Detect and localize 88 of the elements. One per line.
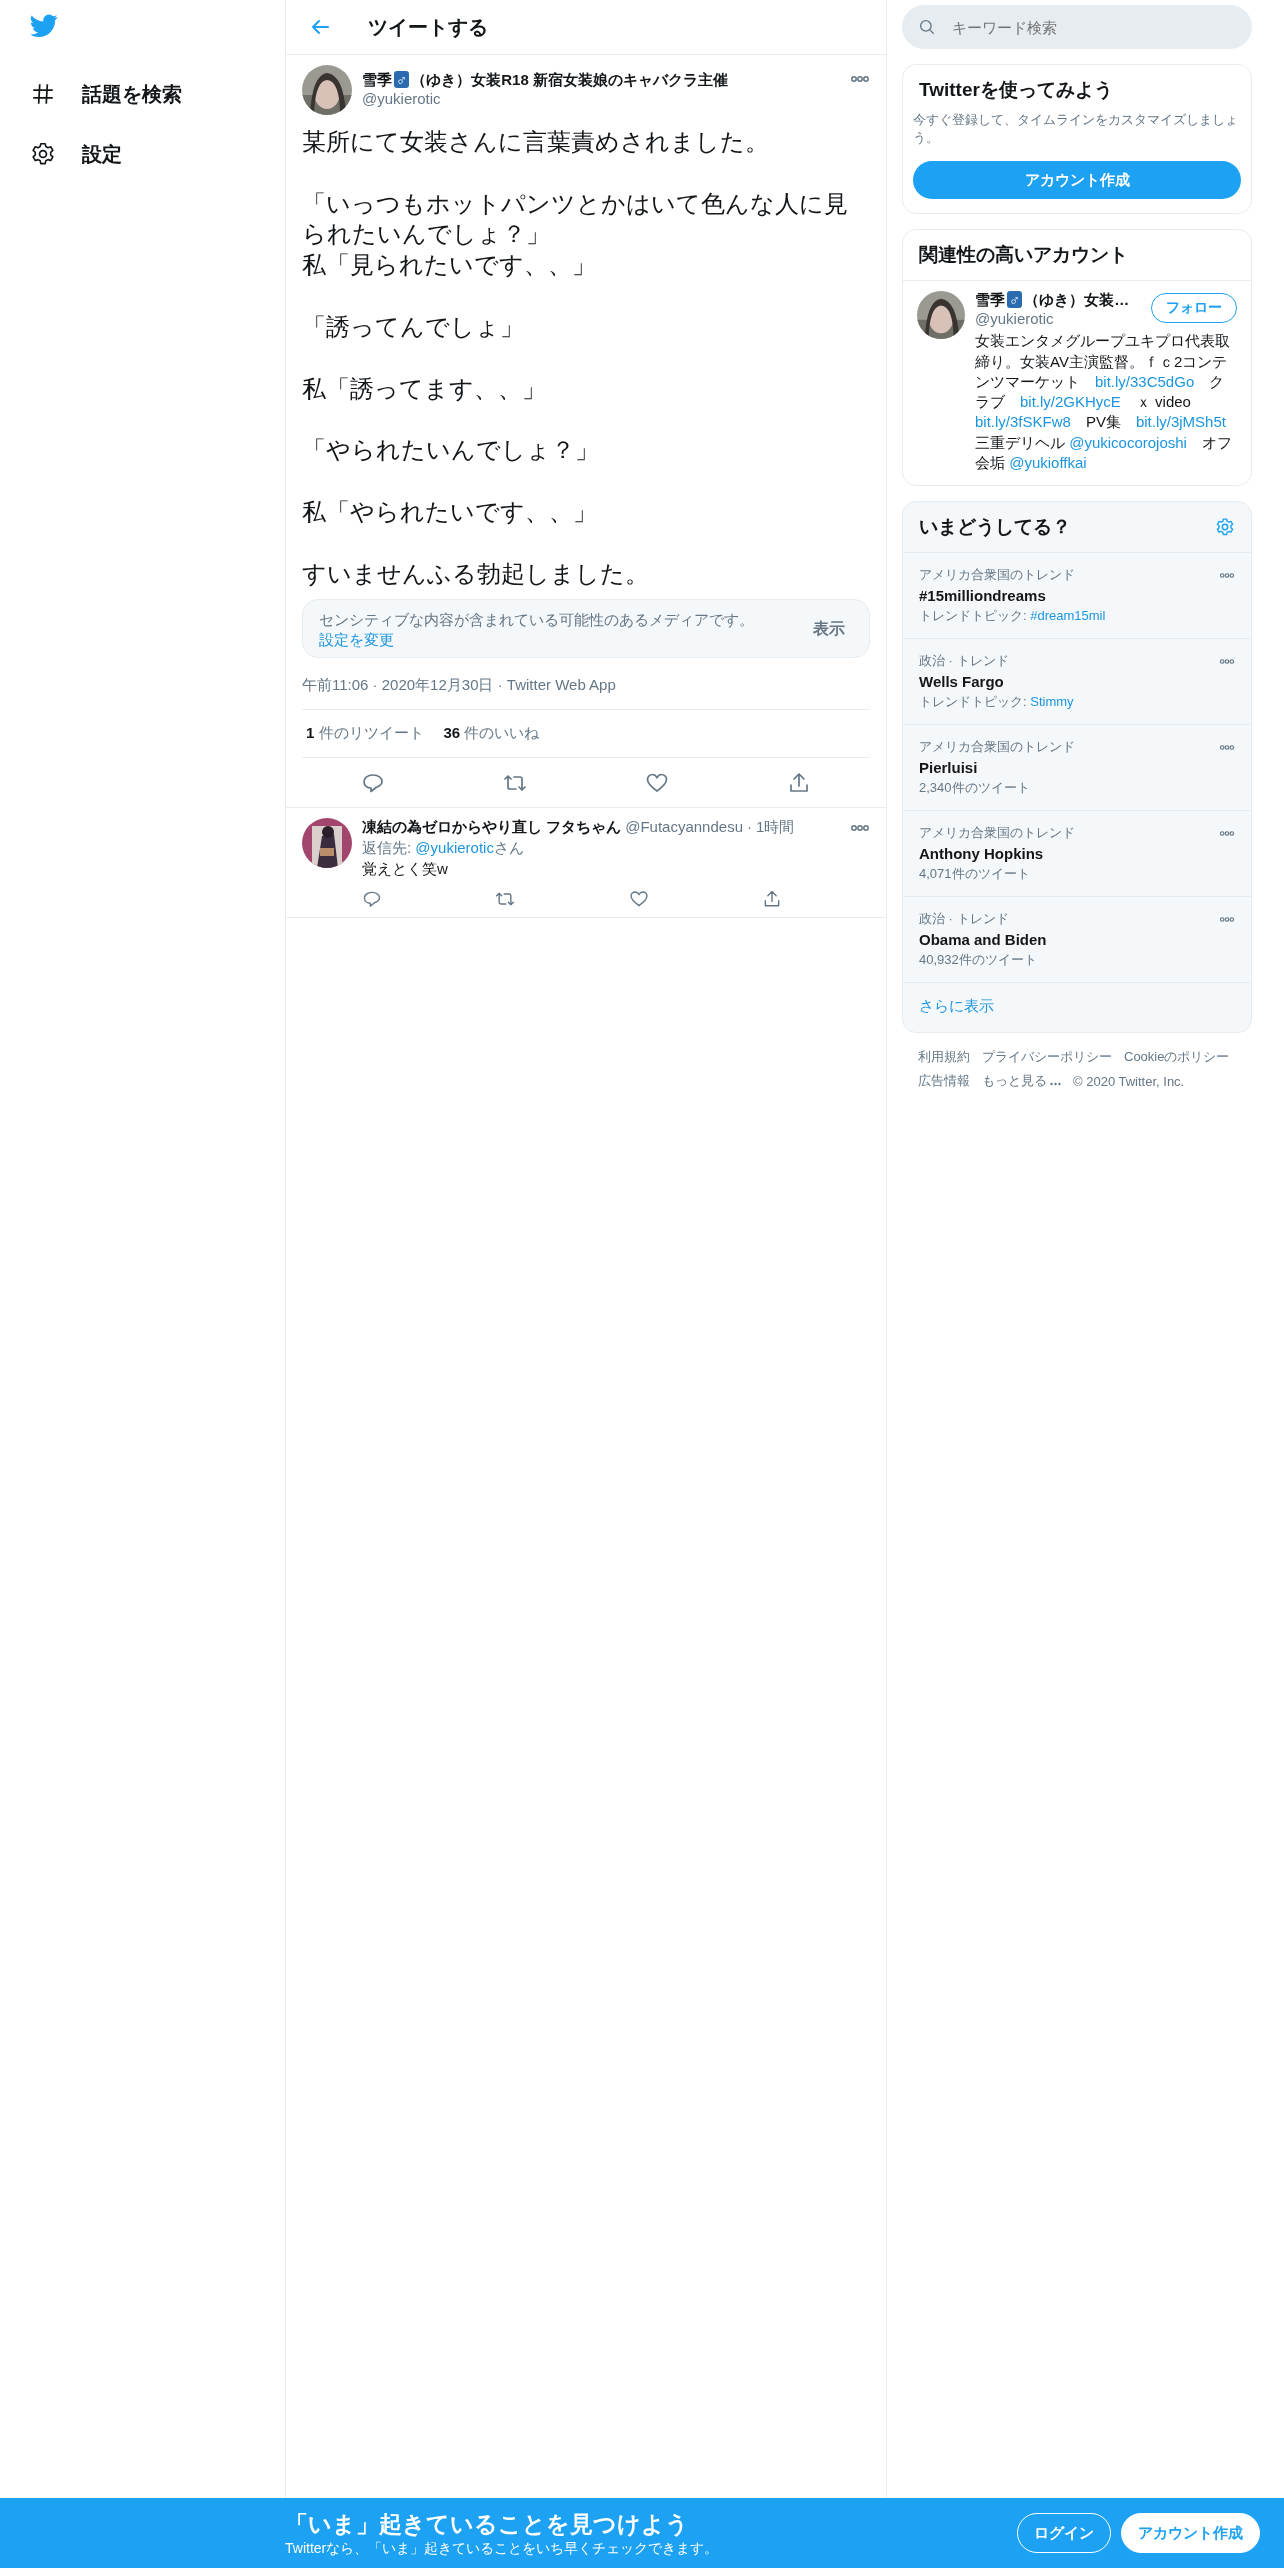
tweet-text: 「いっつもホットパンツとかはいて色んな人に見られたいんでしょ？」 (302, 188, 849, 250)
reply-text: 覚えとく笑w (362, 860, 449, 880)
card-text: 今すぐ登録して、タイムラインをカスタマイズしましょう。 (913, 111, 1239, 148)
footer-link[interactable]: 広告情報 (918, 1072, 970, 1091)
tweet-text: すいませんふる勃起しました。 (302, 558, 650, 589)
bio-link[interactable]: @yukicocorojoshi (1069, 433, 1187, 451)
settings-link[interactable]: 設定を変更 (319, 630, 394, 648)
footer-link[interactable]: Cookieのポリシー (1124, 1048, 1230, 1067)
author-name[interactable]: 雪季 ♂ （ゆき）女装R18 新宿女装娘のキャバクラ主催 (362, 71, 840, 90)
trend-item[interactable]: 政治 · トレンド Obama and Biden 40,932件のツイート (903, 897, 1251, 984)
more-icon[interactable] (850, 75, 870, 83)
trend-category: 政治 · トレンド (919, 910, 1009, 929)
tweet-timestamp[interactable]: 午前11:06 · 2020年12月30日 · Twitter Web App (302, 658, 870, 711)
trend-name: Pierluisi (919, 759, 979, 777)
copyright-text: © 2020 Twitter, Inc. (1073, 1072, 1185, 1091)
trend-item[interactable]: アメリカ合衆国のトレンド #15milliondreams トレンドトピック: #dream15mil (903, 553, 1251, 640)
trend-detail: 2,340件のツイート (919, 779, 1031, 798)
more-icon[interactable] (1219, 829, 1235, 837)
bio-link[interactable]: bit.ly/2GKHycE (1020, 393, 1121, 411)
more-icon[interactable] (1219, 743, 1235, 751)
tweet-text: 「やられたいんでしょ？」 (302, 435, 600, 466)
more-icon[interactable] (1219, 571, 1235, 579)
more-icon[interactable] (850, 824, 870, 833)
trend-name: Anthony Hopkins (919, 845, 1045, 863)
trend-item[interactable]: アメリカ合衆国のトレンド Anthony Hopkins 4,071件のツイート (903, 811, 1251, 898)
search-icon (918, 18, 936, 36)
reply-handle[interactable]: @Futacyanndesu (625, 818, 743, 836)
trend-detail: 40,932件のツイート (919, 951, 1038, 970)
trend-detail: 4,071件のツイート (919, 865, 1031, 884)
topic-link[interactable]: Stimmy (1030, 694, 1074, 710)
account-name[interactable]: 雪季 ♂ （ゆき）女装… (975, 291, 1130, 311)
trend-category: アメリカ合衆国のトレンド (919, 824, 1075, 843)
separator-dot: · (746, 818, 752, 836)
trend-category: アメリカ合衆国のトレンド (919, 566, 1075, 585)
more-menu-link[interactable]: もっと見る (982, 1072, 1061, 1091)
trend-item[interactable]: 政治 · トレンド Wells Fargo トレンドトピック: Stimmy (903, 639, 1251, 726)
bio-link[interactable]: bit.ly/3jMSh5t (1135, 413, 1226, 431)
replying-to-text: 返信先: @yukieroticさん (362, 839, 525, 859)
tweet-text: 某所にて女装さんに言葉責めされました。 (302, 127, 770, 157)
reply-time[interactable]: 1時間 (755, 818, 795, 838)
author-handle[interactable]: @yukierotic (362, 90, 840, 107)
trend-category: 政治 · トレンド (919, 652, 1009, 671)
hashtag-icon (30, 81, 56, 107)
trend-category: アメリカ合衆国のトレンド (919, 738, 1075, 757)
stat-link[interactable]: 36 件のいいね (443, 724, 540, 744)
card-title: 関連性の高いアカウント (903, 230, 1251, 282)
tweet-text: 私「見られたいです、、」 (302, 250, 597, 281)
show-button[interactable]: 表示 (805, 619, 853, 641)
bio-link[interactable]: @yukioffkai (1009, 453, 1087, 471)
tweet-text: 「誘ってんでしょ」 (302, 311, 525, 342)
card-title: Twitterを使ってみよう (918, 78, 1114, 102)
banner-text: Twitterなら、「いま」起きていることをいち早くチェックできます。 (285, 2539, 719, 2558)
more-icon[interactable] (1219, 657, 1235, 665)
tweet-text: 私「誘ってます、、」 (302, 373, 547, 404)
mention-link[interactable]: @yukierotic (415, 839, 494, 857)
more-icon (1050, 1082, 1061, 1087)
footer-link[interactable]: 利用規約 (918, 1048, 970, 1067)
footer-link[interactable]: プライバシーポリシー (982, 1048, 1112, 1067)
trend-name: Obama and Biden (919, 931, 1048, 949)
notice-text: センシティブな内容が含まれている可能性のあるメディアです。 設定を変更 (319, 610, 755, 650)
nav-item[interactable]: 話題を検索 (30, 64, 182, 124)
search-field[interactable]: キーワード検索 (902, 5, 1252, 49)
settings-icon[interactable] (1215, 517, 1235, 538)
follow-button[interactable]: フォロー (1151, 293, 1237, 324)
account-handle[interactable]: @yukierotic (975, 310, 1130, 328)
card-title: いまどうしてる？ (919, 515, 1071, 540)
reply-icon[interactable] (362, 889, 382, 910)
trend-item[interactable]: アメリカ合衆国のトレンド Pierluisi 2,340件のツイート (903, 725, 1251, 812)
reply-author-name[interactable]: 凍結の為ゼロからやり直し フタちゃん (362, 818, 622, 838)
trend-detail: トレンドトピック: Stimmy (919, 693, 1075, 712)
stat-link[interactable]: 1 件のリツイート (306, 724, 424, 744)
bio-link[interactable]: bit.ly/33C5dGo (1095, 372, 1195, 390)
topic-link[interactable]: #dream15mil (1030, 608, 1106, 624)
tweet-text: 私「やられたいです、、」 (302, 497, 598, 528)
nav-item[interactable]: 設定 (30, 124, 122, 184)
signup-button[interactable]: アカウント作成 (913, 161, 1241, 200)
page-title: ツイートする (368, 14, 488, 40)
banner-title: 「いま」起きていることを見つけよう (285, 2509, 690, 2539)
bio-link[interactable]: bit.ly/3fSKFw8 (975, 413, 1071, 431)
signup-button[interactable]: アカウント作成 (1121, 2513, 1260, 2553)
trend-name: #15milliondreams (919, 587, 1047, 605)
trend-name: Wells Fargo (919, 673, 1005, 691)
more-icon[interactable] (1219, 915, 1235, 923)
account-bio: 女装エンタメグループユキプロ代表取締り。女装AV主演監督。ｆｃ2コンテンツマーケット bit.ly/33C5dGo クラブ bit.ly/2GKHycE ｘ video bit.ly/3fSKFw8 PV集 bit.ly/3jMSh5t 三重デリヘル @yukicocorojoshi オフ会垢 @yukioffkai (975, 331, 1233, 473)
settings-icon (30, 141, 56, 167)
show-more-link[interactable]: さらに表示 (903, 983, 1251, 1033)
bird-icon[interactable] (30, 14, 58, 38)
trend-detail: トレンドトピック: #dream15mil (919, 607, 1107, 626)
